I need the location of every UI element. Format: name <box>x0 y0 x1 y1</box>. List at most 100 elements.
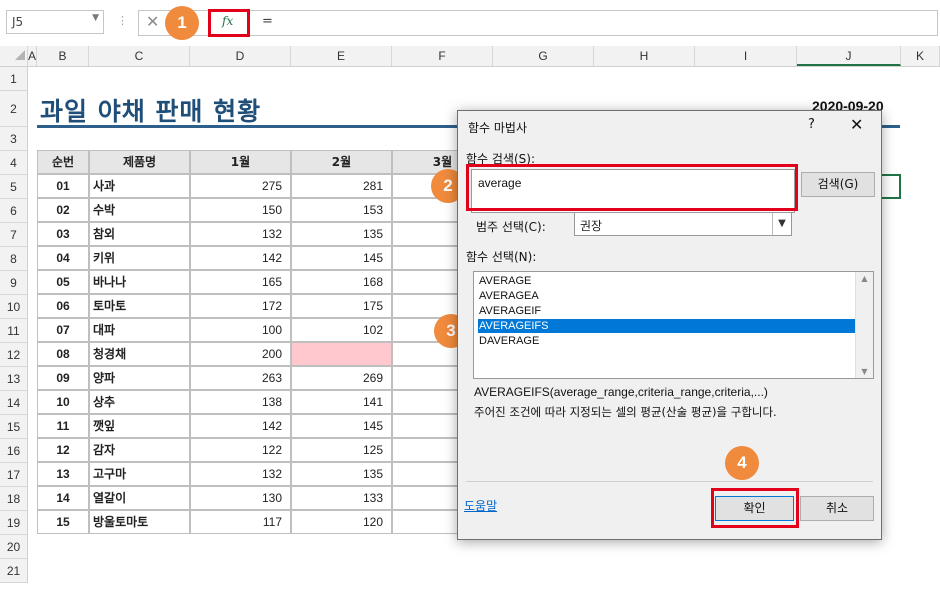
table-cell[interactable]: 깻잎 <box>89 414 190 438</box>
list-item[interactable]: AVERAGEIF <box>478 304 541 318</box>
table-cell[interactable]: 11 <box>37 414 89 438</box>
table-cell[interactable]: 117 <box>190 510 291 534</box>
table-cell[interactable]: 120 <box>291 510 392 534</box>
row-header[interactable]: 1 <box>0 67 28 91</box>
row-header[interactable]: 10 <box>0 295 28 319</box>
column-header[interactable]: J <box>797 46 901 66</box>
table-cell[interactable]: 153 <box>291 198 392 222</box>
table-cell[interactable]: 바나나 <box>89 270 190 294</box>
table-cell[interactable]: 122 <box>190 438 291 462</box>
table-cell[interactable]: 102 <box>291 318 392 342</box>
table-cell[interactable]: 04 <box>37 246 89 270</box>
select-all-corner[interactable] <box>0 46 28 66</box>
table-cell[interactable]: 100 <box>190 318 291 342</box>
row-header[interactable]: 16 <box>0 439 28 463</box>
table-header-cell[interactable]: 순번 <box>37 150 89 174</box>
row-header[interactable]: 5 <box>0 175 28 199</box>
table-cell[interactable]: 수박 <box>89 198 190 222</box>
column-header[interactable]: C <box>89 46 190 66</box>
scroll-down-icon[interactable]: ▼ <box>856 367 873 376</box>
column-header[interactable]: A <box>28 46 37 66</box>
table-cell[interactable]: 172 <box>190 294 291 318</box>
table-cell[interactable]: 138 <box>190 390 291 414</box>
column-header[interactable]: D <box>190 46 291 66</box>
table-cell[interactable]: 132 <box>190 462 291 486</box>
row-header[interactable]: 12 <box>0 343 28 367</box>
chevron-down-icon[interactable]: ▼ <box>92 13 99 23</box>
chevron-down-icon[interactable]: ▼ <box>772 213 791 235</box>
list-scrollbar[interactable]: ▲ ▼ <box>855 272 873 378</box>
row-header[interactable]: 11 <box>0 319 28 343</box>
table-cell[interactable]: 03 <box>37 222 89 246</box>
column-header[interactable]: I <box>695 46 797 66</box>
table-cell[interactable]: 168 <box>291 270 392 294</box>
table-cell[interactable]: 133 <box>291 486 392 510</box>
table-cell[interactable]: 참외 <box>89 222 190 246</box>
column-header[interactable]: G <box>493 46 594 66</box>
table-cell[interactable]: 15 <box>37 510 89 534</box>
row-header[interactable]: 15 <box>0 415 28 439</box>
category-select[interactable]: 권장 ▼ <box>574 212 792 236</box>
table-cell[interactable]: 130 <box>190 486 291 510</box>
search-button[interactable]: 검색(G) <box>801 172 875 197</box>
table-cell[interactable]: 청경채 <box>89 342 190 366</box>
list-item-selected[interactable]: AVERAGEIFS <box>478 319 856 333</box>
column-header[interactable]: E <box>291 46 392 66</box>
row-header[interactable]: 6 <box>0 199 28 223</box>
table-cell[interactable]: 감자 <box>89 438 190 462</box>
list-item[interactable]: AVERAGEA <box>478 289 539 303</box>
row-header[interactable]: 2 <box>0 91 28 127</box>
table-cell[interactable]: 열갈이 <box>89 486 190 510</box>
table-cell[interactable]: 09 <box>37 366 89 390</box>
table-cell[interactable]: 132 <box>190 222 291 246</box>
row-header[interactable]: 14 <box>0 391 28 415</box>
table-cell[interactable]: 대파 <box>89 318 190 342</box>
table-cell[interactable]: 200 <box>190 342 291 366</box>
table-cell[interactable]: 135 <box>291 222 392 246</box>
column-header[interactable]: B <box>37 46 89 66</box>
table-cell[interactable]: 07 <box>37 318 89 342</box>
table-cell[interactable]: 125 <box>291 438 392 462</box>
row-header[interactable]: 8 <box>0 247 28 271</box>
row-header[interactable]: 17 <box>0 463 28 487</box>
table-cell[interactable]: 토마토 <box>89 294 190 318</box>
table-header-cell[interactable]: 2월 <box>291 150 392 174</box>
cancel-button[interactable]: 취소 <box>800 496 874 521</box>
table-cell[interactable]: 12 <box>37 438 89 462</box>
table-cell[interactable]: 150 <box>190 198 291 222</box>
row-header[interactable]: 3 <box>0 127 28 151</box>
list-item[interactable]: DAVERAGE <box>478 334 539 348</box>
table-cell[interactable]: 13 <box>37 462 89 486</box>
table-cell[interactable]: 145 <box>291 246 392 270</box>
table-cell[interactable]: 양파 <box>89 366 190 390</box>
help-icon[interactable]: ? <box>808 117 815 132</box>
column-header[interactable]: H <box>594 46 695 66</box>
table-cell[interactable]: 고구마 <box>89 462 190 486</box>
table-cell[interactable]: 175 <box>291 294 392 318</box>
table-cell[interactable]: 14 <box>37 486 89 510</box>
table-cell[interactable]: 08 <box>37 342 89 366</box>
column-header[interactable]: F <box>392 46 493 66</box>
table-cell[interactable]: 06 <box>37 294 89 318</box>
table-cell[interactable]: 142 <box>190 246 291 270</box>
table-cell[interactable]: 142 <box>190 414 291 438</box>
close-icon[interactable]: ✕ <box>850 115 863 134</box>
insert-function-icon[interactable]: fx <box>222 14 233 28</box>
row-header[interactable]: 4 <box>0 151 28 175</box>
help-link[interactable]: 도움말 <box>464 497 497 514</box>
row-header[interactable]: 20 <box>0 535 28 559</box>
table-cell[interactable]: 165 <box>190 270 291 294</box>
formula-input[interactable] <box>138 10 938 36</box>
table-cell[interactable]: 02 <box>37 198 89 222</box>
table-cell[interactable]: 10 <box>37 390 89 414</box>
row-header[interactable]: 13 <box>0 367 28 391</box>
table-cell[interactable]: 275 <box>190 174 291 198</box>
table-cell[interactable]: 키위 <box>89 246 190 270</box>
table-cell[interactable]: 방울토마토 <box>89 510 190 534</box>
table-cell[interactable]: 145 <box>291 414 392 438</box>
scroll-up-icon[interactable]: ▲ <box>856 274 873 283</box>
table-header-cell[interactable]: 제품명 <box>89 150 190 174</box>
name-box[interactable]: J5 ▼ <box>6 10 104 34</box>
table-cell[interactable]: 05 <box>37 270 89 294</box>
function-list[interactable]: AVERAGE AVERAGEA AVERAGEIF AVERAGEIFS DA… <box>473 271 874 379</box>
